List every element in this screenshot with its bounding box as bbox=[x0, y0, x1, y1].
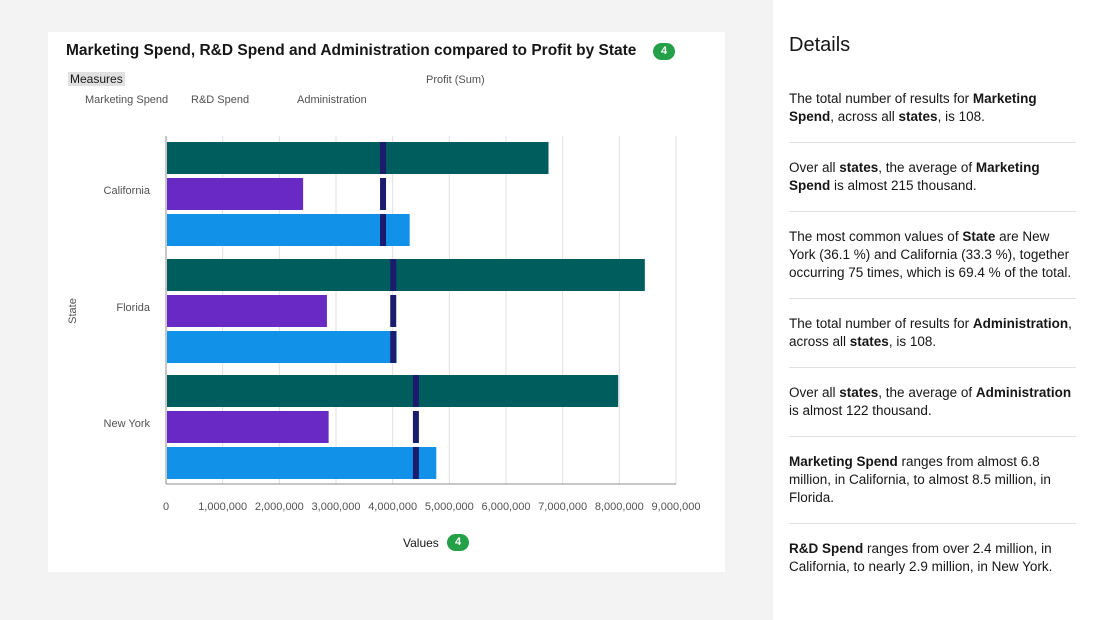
bar-r-d-spend-new-york bbox=[167, 411, 329, 443]
profit-marker-new-york bbox=[412, 375, 419, 407]
insights-list: The total number of results for Marketin… bbox=[789, 74, 1076, 593]
values-count-badge[interactable]: 4 bbox=[447, 534, 469, 551]
insight-item: R&D Spend ranges from over 2.4 million, … bbox=[789, 524, 1076, 593]
insight-item: Marketing Spend ranges from almost 6.8 m… bbox=[789, 437, 1076, 524]
bar-marketing-spend-california bbox=[167, 142, 549, 174]
profit-marker-new-york bbox=[412, 411, 419, 443]
bar-r-d-spend-california bbox=[167, 178, 304, 210]
bar-administration-florida bbox=[167, 331, 397, 363]
chart-card: Marketing Spend, R&D Spend and Administr… bbox=[48, 32, 725, 572]
insight-item: Over all states, the average of Marketin… bbox=[789, 143, 1076, 212]
insight-item: The total number of results for Administ… bbox=[789, 299, 1076, 368]
bar-marketing-spend-florida bbox=[167, 259, 645, 291]
x-tick-label: 4,000,000 bbox=[368, 501, 417, 513]
y-axis-title: State bbox=[67, 298, 79, 324]
profit-marker-california bbox=[380, 178, 387, 210]
x-tick-label: 3,000,000 bbox=[312, 501, 361, 513]
profit-marker-florida bbox=[390, 259, 397, 291]
x-tick-label: 5,000,000 bbox=[425, 501, 474, 513]
bar-r-d-spend-florida bbox=[167, 295, 327, 327]
profit-marker-california bbox=[380, 142, 387, 174]
details-panel: Details The total number of results for … bbox=[773, 0, 1109, 620]
y-category-label: California bbox=[104, 185, 151, 197]
details-title: Details bbox=[789, 34, 851, 56]
x-tick-label: 2,000,000 bbox=[255, 501, 304, 513]
insight-item: The total number of results for Marketin… bbox=[789, 74, 1076, 143]
profit-marker-california bbox=[380, 214, 387, 246]
x-tick-label: 7,000,000 bbox=[538, 501, 587, 513]
x-tick-label: 9,000,000 bbox=[652, 501, 701, 513]
bar-administration-new-york bbox=[167, 447, 437, 479]
bar-chart: 0 1,000,000 2,000,000 3,000,000 4,000,000 5,0… bbox=[67, 136, 701, 513]
insight-item: Over all states, the average of Administ… bbox=[789, 368, 1076, 437]
x-tick-label: 6,000,000 bbox=[482, 501, 531, 513]
values-label: Values bbox=[403, 536, 439, 550]
y-category-label: New York bbox=[104, 418, 151, 430]
x-tick-label: 8,000,000 bbox=[595, 501, 644, 513]
y-category-label: Florida bbox=[116, 302, 151, 314]
insight-item: The most common values of State are New … bbox=[789, 212, 1076, 299]
bar-administration-california bbox=[167, 214, 410, 246]
details-bottom-mask bbox=[773, 588, 1109, 620]
profit-marker-new-york bbox=[412, 447, 419, 479]
profit-marker-florida bbox=[390, 331, 397, 363]
bar-marketing-spend-new-york bbox=[167, 375, 619, 407]
profit-marker-florida bbox=[390, 295, 397, 327]
x-tick-label: 1,000,000 bbox=[198, 501, 247, 513]
x-tick-label: 0 bbox=[163, 501, 169, 513]
